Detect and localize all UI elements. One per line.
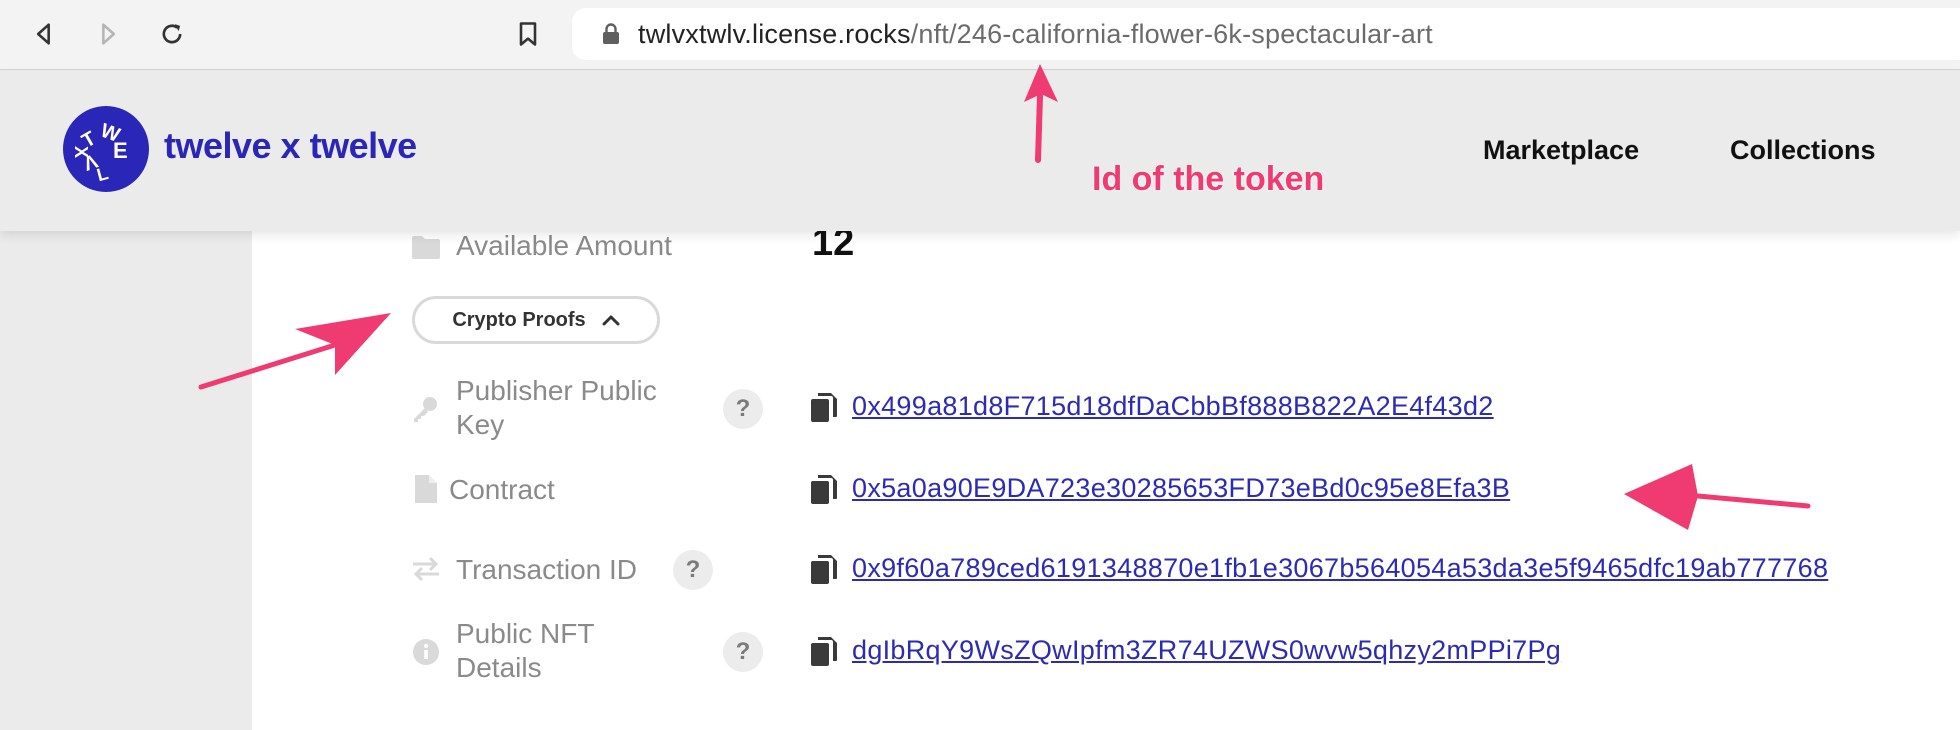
publisher-key-link[interactable]: 0x499a81d8F715d18dfDaCbbBf888B822A2E4f43…	[852, 391, 1494, 422]
public-nft-label-line1: Public NFT	[456, 618, 595, 649]
exchange-arrows-icon	[411, 554, 441, 584]
chevron-up-icon	[602, 315, 620, 326]
publisher-key-label-line2: Key	[456, 409, 505, 440]
crypto-proofs-toggle[interactable]: Crypto Proofs	[412, 296, 660, 344]
annotation-arrow-left	[1624, 464, 1811, 530]
public-nft-help-icon[interactable]: ?	[723, 632, 763, 672]
svg-text:L: L	[95, 163, 111, 185]
back-arrow-icon	[36, 23, 50, 45]
url-path: /nft/246-california-flower-6k-spectacula…	[910, 18, 1433, 49]
info-icon	[411, 637, 441, 667]
svg-text:E: E	[113, 138, 128, 163]
annotation-arrow-up	[1024, 64, 1058, 163]
svg-text:X: X	[71, 146, 91, 158]
bookmark-button[interactable]	[508, 14, 548, 54]
reload-button[interactable]	[152, 14, 192, 54]
nav-collections[interactable]: Collections	[1730, 135, 1876, 166]
url-host: twlvxtwlv.license.rocks	[638, 18, 911, 49]
transaction-id-label: Transaction ID	[456, 554, 638, 585]
brand-logo-icon[interactable]: T W E V L X	[63, 106, 149, 192]
address-bar[interactable]: twlvxtwlv.license.rocks/nft/246-californ…	[572, 8, 1960, 60]
folder-icon	[411, 232, 441, 262]
copy-icon[interactable]	[810, 554, 838, 586]
publisher-key-help-icon[interactable]: ?	[723, 389, 763, 429]
site-header: T W E V L X twelve x twelve Marketplace …	[0, 71, 1960, 231]
nav-marketplace[interactable]: Marketplace	[1483, 135, 1639, 166]
lock-icon	[602, 23, 620, 45]
copy-icon[interactable]	[810, 392, 838, 424]
publisher-key-label: Publisher Public Key	[456, 374, 657, 442]
contract-label: Contract	[449, 474, 555, 505]
public-nft-details-label: Public NFT Details	[456, 617, 594, 685]
crypto-proofs-label: Crypto Proofs	[452, 308, 586, 331]
public-nft-details-link[interactable]: dgIbRqY9WsZQwIpfm3ZR74UZWS0wvw5qhzy2mPPi…	[852, 635, 1561, 666]
publisher-key-label-line1: Publisher Public	[456, 375, 657, 406]
document-icon	[411, 474, 441, 504]
annotation-arrow-right	[198, 313, 391, 390]
copy-icon[interactable]	[810, 636, 838, 668]
copy-icon[interactable]	[810, 474, 838, 506]
transaction-id-link[interactable]: 0x9f60a789ced6191348870e1fb1e3067b564054…	[852, 553, 1828, 584]
brand-name[interactable]: twelve x twelve	[164, 125, 417, 167]
browser-toolbar: twlvxtwlv.license.rocks/nft/246-californ…	[0, 0, 1960, 70]
public-nft-label-line2: Details	[456, 652, 542, 683]
forward-arrow-icon	[102, 23, 116, 45]
available-amount-label: Available Amount	[456, 230, 672, 261]
transaction-id-help-icon[interactable]: ?	[673, 550, 713, 590]
reload-icon	[162, 24, 182, 44]
bookmark-icon	[519, 22, 537, 46]
back-button[interactable]	[24, 14, 64, 54]
annotation-label: Id of the token	[1092, 160, 1325, 198]
key-icon	[411, 394, 441, 424]
contract-link[interactable]: 0x5a0a90E9DA723e30285653FD73eBd0c95e8Efa…	[852, 473, 1510, 504]
forward-button[interactable]	[88, 14, 128, 54]
